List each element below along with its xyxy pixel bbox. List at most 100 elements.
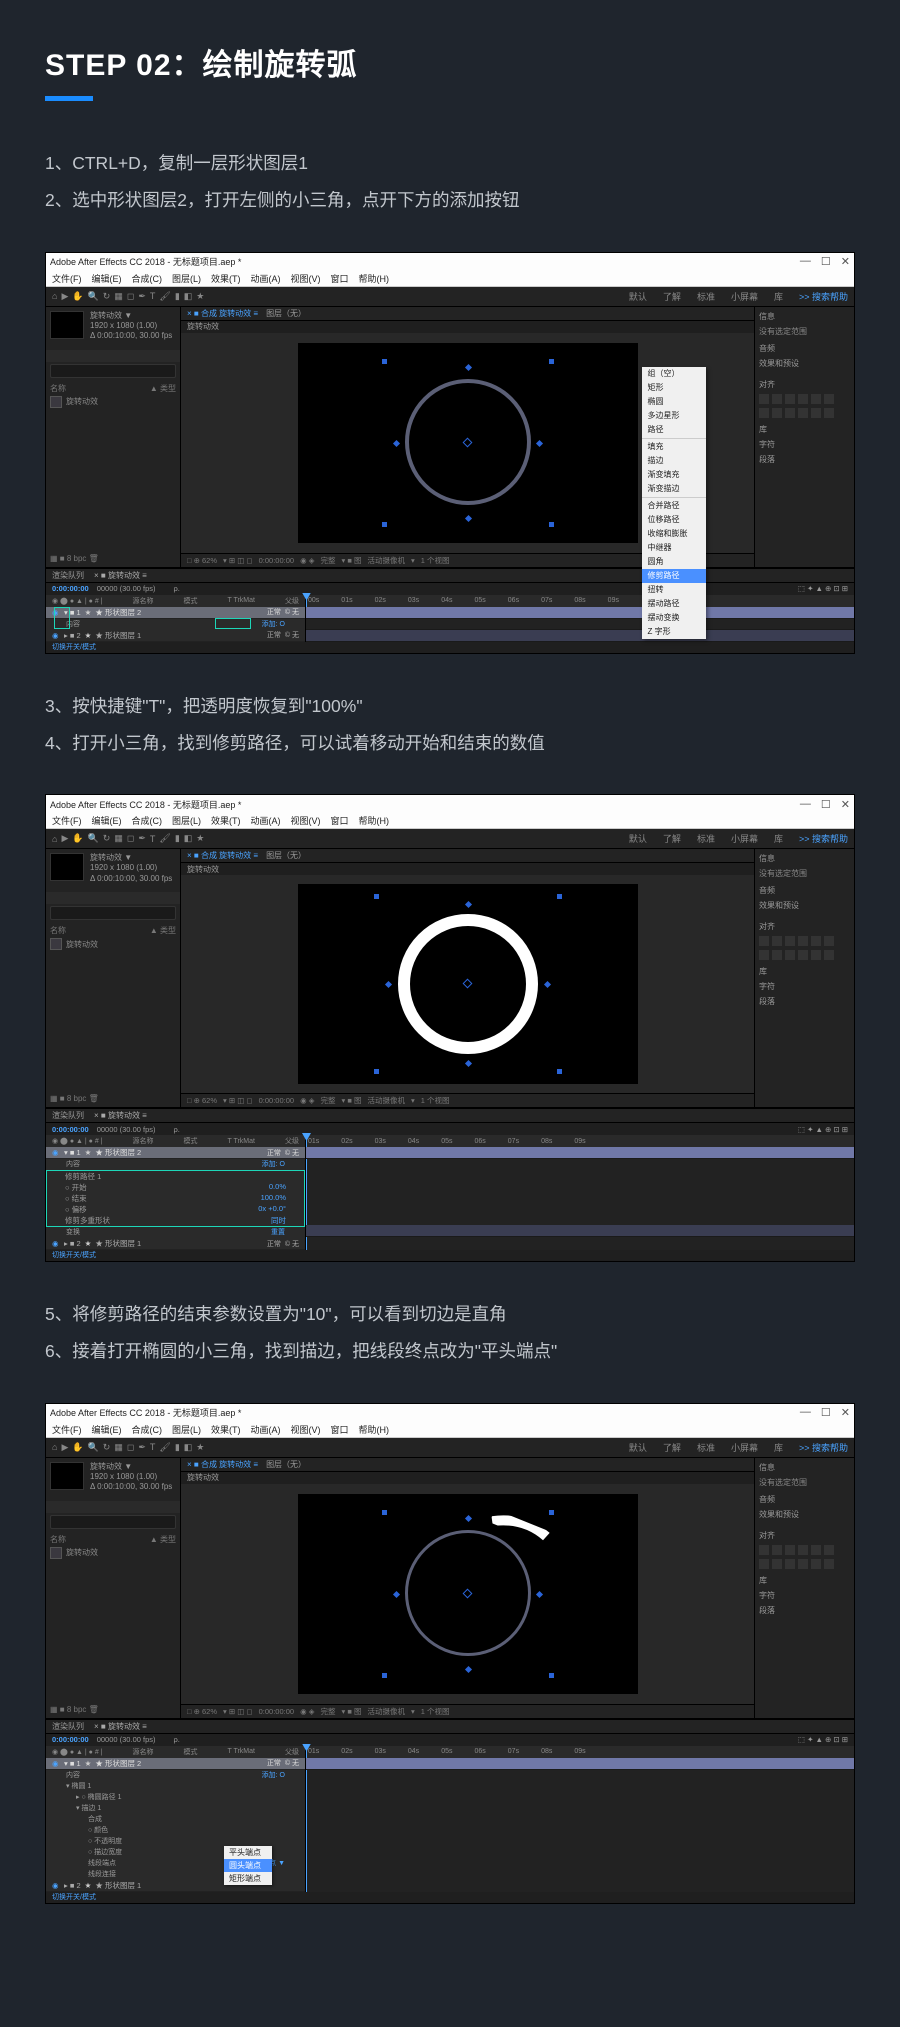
timeline-tab-active[interactable]: × ■ 旋转动效 ≡: [94, 570, 147, 581]
selection-tool-icon[interactable]: ▶: [61, 833, 68, 844]
rotate-tool-icon[interactable]: ↻: [103, 291, 111, 302]
menu-item[interactable]: 位移路径: [642, 513, 706, 527]
handle-icon[interactable]: [543, 981, 550, 988]
help-search[interactable]: >> 搜索帮助: [799, 290, 848, 303]
workspace-tab[interactable]: 了解: [663, 290, 681, 303]
menu-item-round-cap[interactable]: 圆头端点: [224, 1859, 272, 1872]
menu-item[interactable]: 文件(F): [52, 814, 82, 827]
menu-item[interactable]: 矩形端点: [224, 1872, 272, 1885]
menu-item[interactable]: 视图(V): [291, 272, 321, 285]
menu-item[interactable]: 填充: [642, 440, 706, 454]
workspace-tab[interactable]: 标准: [697, 290, 715, 303]
timeline-ruler[interactable]: 00s 01s 02s 03s 04s 05s 06s 07s 08s 09s: [306, 595, 854, 607]
timeline-tab[interactable]: 渲染队列: [52, 1110, 84, 1121]
stamp-tool-icon[interactable]: ▮: [175, 291, 180, 302]
max-icon[interactable]: ☐: [821, 255, 831, 268]
menu-item[interactable]: 多边星形: [642, 409, 706, 423]
bbox-handle[interactable]: [374, 894, 379, 899]
close-icon[interactable]: ✕: [841, 798, 850, 811]
home-icon[interactable]: ⌂: [52, 291, 57, 301]
timeline-track[interactable]: [306, 607, 854, 619]
timeline-track[interactable]: [306, 1147, 854, 1159]
timeline-layer-row[interactable]: ◉▾ ■ 1★★ 形状图层 2正常© 无: [46, 1147, 305, 1159]
panel-align[interactable]: 对齐: [759, 379, 850, 390]
trim-row[interactable]: ○ 开始0.0%: [47, 1182, 304, 1193]
max-icon[interactable]: ☐: [821, 798, 831, 811]
add-button[interactable]: 添加: O: [262, 619, 285, 630]
brush-tool-icon[interactable]: 🖌: [159, 291, 170, 302]
menu-item[interactable]: 描边: [642, 454, 706, 468]
timeline-current-time[interactable]: 0:00:00:00: [52, 584, 89, 593]
panel-audio[interactable]: 音频: [759, 343, 850, 354]
menu-item[interactable]: 渐变描边: [642, 482, 706, 496]
timeline-track[interactable]: [306, 619, 854, 630]
project-search[interactable]: [50, 364, 176, 378]
menu-item[interactable]: 帮助(H): [359, 814, 390, 827]
menu-item[interactable]: 效果(T): [211, 272, 241, 285]
timeline-layer-row[interactable]: ◉▸ ■ 2★★ 形状图层 1正常© 无: [46, 1238, 305, 1250]
layer-tab[interactable]: 图层（无）: [266, 850, 306, 861]
camera-tool-icon[interactable]: ▦: [114, 291, 123, 302]
comp-thumbnail[interactable]: [50, 311, 84, 339]
menu-item[interactable]: 文件(F): [52, 272, 82, 285]
menu-item[interactable]: 帮助(H): [359, 272, 390, 285]
menu-item[interactable]: 椭圆: [642, 395, 706, 409]
home-icon[interactable]: ⌂: [52, 834, 57, 844]
workspace-tab[interactable]: 默认: [629, 290, 647, 303]
comp-viewport[interactable]: 组（空） 矩形 椭圆 多边星形 路径 填充 描边 渐变填充 渐变描边: [181, 333, 754, 553]
menu-item[interactable]: 编辑(E): [92, 272, 122, 285]
menu-item[interactable]: 合成(C): [132, 272, 163, 285]
menu-item[interactable]: 路径: [642, 423, 706, 437]
eye-icon[interactable]: ◉: [52, 608, 60, 617]
bbox-handle[interactable]: [549, 522, 554, 527]
timeline-layer-row[interactable]: ◉ ▾ ■ 1 ★ ★ 形状图层 2 正常 © 无: [46, 607, 305, 619]
handle-icon[interactable]: [535, 439, 542, 446]
handle-icon[interactable]: [464, 901, 471, 908]
bbox-handle[interactable]: [382, 522, 387, 527]
menu-item[interactable]: 组（空）: [642, 367, 706, 381]
panel-para[interactable]: 段落: [759, 454, 850, 465]
text-tool-icon[interactable]: T: [150, 291, 156, 301]
timeline-track[interactable]: [306, 1225, 854, 1237]
handle-icon[interactable]: [464, 1060, 471, 1067]
timeline-track[interactable]: [306, 630, 854, 642]
menu-item[interactable]: 编辑(E): [92, 814, 122, 827]
menu-item[interactable]: 合成(C): [132, 814, 163, 827]
trim-row[interactable]: 修剪多重形状同时: [47, 1215, 304, 1226]
menu-item[interactable]: 效果(T): [211, 814, 241, 827]
trim-row[interactable]: ○ 偏移0x +0.0°: [47, 1204, 304, 1215]
menu-item[interactable]: 动画(A): [251, 272, 281, 285]
bbox-handle[interactable]: [382, 359, 387, 364]
timeline-layer-row[interactable]: ◉▾ ■ 1★★ 形状图层 2正常© 无: [46, 1758, 305, 1770]
timeline-layer-row[interactable]: ◉ ▸ ■ 2 ★ ★ 形状图层 1 正常 © 无: [46, 630, 305, 642]
toggle-switches[interactable]: 切换开关/模式: [52, 642, 96, 653]
menu-item[interactable]: 图层(L): [172, 814, 201, 827]
comp-tab[interactable]: × ■ 合成 旋转动效 ≡: [187, 850, 258, 861]
layer-tab[interactable]: 图层（无）: [266, 308, 306, 319]
resolution[interactable]: 完整: [320, 555, 335, 566]
menu-item[interactable]: 动画(A): [251, 814, 281, 827]
comp-thumbnail[interactable]: [50, 853, 84, 881]
panel-lib[interactable]: 库: [759, 424, 850, 435]
menu-item[interactable]: 扭转: [642, 583, 706, 597]
menu-item[interactable]: 窗口: [331, 272, 349, 285]
close-icon[interactable]: ✕: [841, 255, 850, 268]
bbox-handle[interactable]: [557, 1069, 562, 1074]
eraser-tool-icon[interactable]: ◧: [184, 291, 193, 302]
timeline-tab[interactable]: 渲染队列: [52, 570, 84, 581]
workspace-tab[interactable]: 小屏幕: [731, 290, 758, 303]
project-search[interactable]: [50, 906, 176, 920]
timeline-ruler[interactable]: 01s02s03s04s05s06s07s08s09s: [306, 1135, 854, 1147]
eye-icon[interactable]: ◉: [52, 1148, 60, 1157]
menu-item[interactable]: 渐变填充: [642, 468, 706, 482]
menu-item[interactable]: 平头端点: [224, 1846, 272, 1859]
menu-item[interactable]: Z 字形: [642, 625, 706, 639]
trim-title[interactable]: 修剪路径 1: [65, 1171, 101, 1182]
menu-item[interactable]: 中继器: [642, 541, 706, 555]
panel-char[interactable]: 字符: [759, 439, 850, 450]
menu-item[interactable]: 圆角: [642, 555, 706, 569]
bbox-handle[interactable]: [557, 894, 562, 899]
handle-icon[interactable]: [464, 514, 471, 521]
line-end-label[interactable]: 线段端点: [88, 1858, 116, 1869]
timeline-tab-active[interactable]: × ■ 旋转动效 ≡: [94, 1110, 147, 1121]
